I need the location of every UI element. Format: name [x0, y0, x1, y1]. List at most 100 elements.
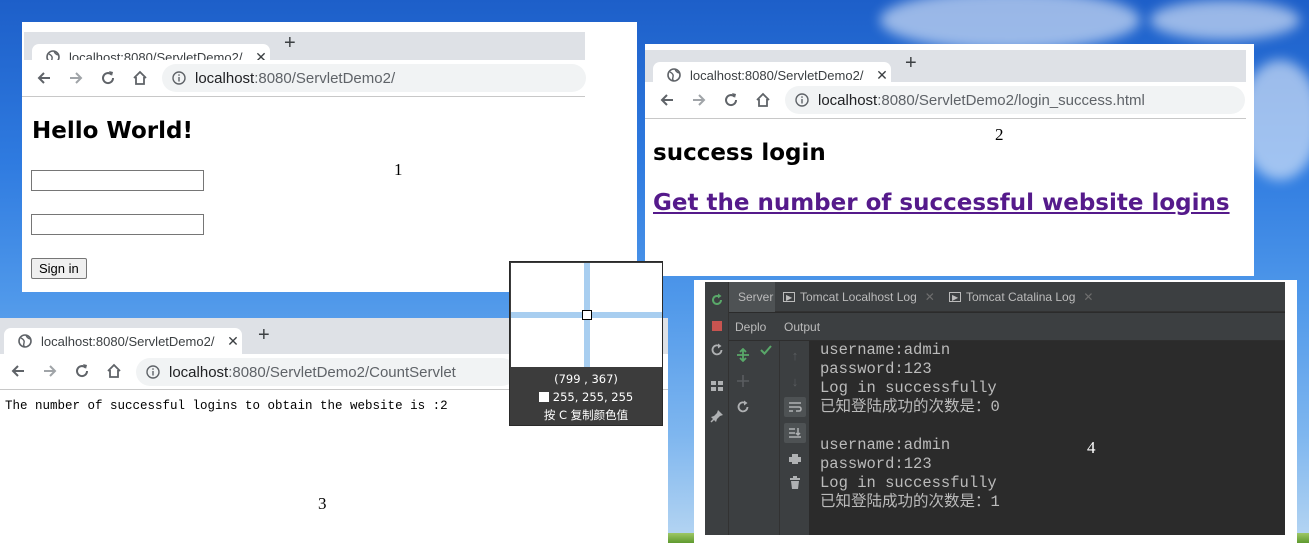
- tab-title: localhost:8080/ServletDemo2/: [690, 67, 864, 83]
- picker-coords: (799 , 367): [554, 372, 618, 386]
- picker-rgb-row: 255, 255, 255: [510, 390, 662, 404]
- forward-icon[interactable]: [689, 90, 709, 110]
- globe-icon: [667, 68, 681, 82]
- new-tab-icon[interactable]: +: [284, 32, 296, 55]
- browser-tab[interactable]: localhost:8080/ServletDemo2/ ✕: [4, 328, 242, 354]
- pin-icon[interactable]: [709, 408, 725, 424]
- tab-output[interactable]: Output: [784, 320, 820, 334]
- new-tab-icon[interactable]: +: [905, 52, 917, 75]
- log-line: username:admin: [820, 341, 951, 359]
- tab-deployment[interactable]: Deplo: [735, 320, 766, 334]
- sign-in-button[interactable]: Sign in: [31, 258, 87, 279]
- annotation-number: 2: [995, 125, 1004, 144]
- info-icon[interactable]: [146, 365, 160, 379]
- ide-tab-bar: Server ▶ Tomcat Localhost Log ✕ ▶ Tomcat …: [705, 282, 1285, 312]
- magnifier: [511, 263, 662, 367]
- forward-icon[interactable]: [40, 361, 60, 381]
- browser-window-success: localhost:8080/ServletDemo2/ ✕ + localho…: [645, 44, 1254, 276]
- tab-tomcat-catalina-log[interactable]: ▶ Tomcat Catalina Log ✕: [949, 282, 1093, 312]
- forward-icon[interactable]: [66, 68, 86, 88]
- page-title: success login: [653, 140, 826, 166]
- annotation-number: 4: [1087, 438, 1096, 457]
- password-field[interactable]: [31, 214, 204, 235]
- deploy-icon[interactable]: [735, 347, 751, 363]
- close-tab-icon[interactable]: ✕: [224, 333, 242, 350]
- url-path: :8080/ServletDemo2/login_success.html: [877, 91, 1145, 109]
- soft-wrap-icon[interactable]: [784, 397, 806, 417]
- log-line: Log in successfully: [820, 474, 997, 492]
- update-icon[interactable]: [735, 399, 751, 415]
- home-icon[interactable]: [104, 361, 124, 381]
- address-bar[interactable]: localhost:8080/ServletDemo2/login_succes…: [785, 86, 1245, 114]
- reload-icon[interactable]: [721, 90, 741, 110]
- picker-rgb: 255, 255, 255: [552, 390, 634, 404]
- desktop-cloud: [1150, 0, 1300, 40]
- tab-server[interactable]: Server: [729, 282, 775, 312]
- close-tab-icon[interactable]: ✕: [925, 290, 935, 304]
- url-path: :8080/ServletDemo2/CountServlet: [228, 363, 456, 381]
- home-icon[interactable]: [130, 68, 150, 88]
- refresh-icon[interactable]: [709, 342, 725, 358]
- address-bar[interactable]: localhost:8080/ServletDemo2/: [162, 64, 586, 92]
- username-field[interactable]: [31, 170, 204, 191]
- close-tab-icon[interactable]: ✕: [873, 67, 891, 84]
- url-host: localhost: [169, 363, 229, 381]
- left-toolbar: [705, 282, 729, 535]
- address-bar[interactable]: localhost:8080/ServletDemo2/CountServlet: [136, 358, 516, 386]
- log-line: Log in successfully: [820, 379, 997, 397]
- log-line: 已知登陆成功的次数是：1: [820, 493, 1000, 511]
- color-picker-overlay: (799 , 367) 255, 255, 255 按 C 复制颜色值: [509, 261, 663, 426]
- ide-subtab-bar: Deplo Output: [729, 313, 1285, 341]
- count-result-text: The number of successful logins to obtai…: [5, 399, 448, 413]
- log-line: 已知登陆成功的次数是：0: [820, 398, 1000, 416]
- up-arrow-icon[interactable]: ↑: [787, 347, 803, 363]
- tab-label: Tomcat Catalina Log: [966, 290, 1076, 304]
- tab-label: Tomcat Localhost Log: [800, 290, 917, 304]
- info-icon[interactable]: [172, 71, 186, 85]
- info-icon[interactable]: [795, 93, 809, 107]
- browser-window-login: localhost:8080/ServletDemo2/ ✕ + localho…: [22, 22, 637, 292]
- toolbar: localhost:8080/ServletDemo2/login_succes…: [645, 82, 1246, 119]
- reload-icon[interactable]: [98, 68, 118, 88]
- rerun-icon[interactable]: [709, 292, 725, 308]
- page-title: Hello World!: [32, 118, 193, 144]
- home-icon[interactable]: [753, 90, 773, 110]
- down-arrow-icon[interactable]: ↓: [787, 373, 803, 389]
- new-tab-icon[interactable]: +: [258, 324, 270, 347]
- check-icon: [758, 342, 774, 358]
- server-tree-toolbar: [729, 341, 779, 535]
- log-icon: ▶: [949, 292, 961, 302]
- url-host: localhost: [195, 69, 255, 87]
- ide-dark-area: Server ▶ Tomcat Localhost Log ✕ ▶ Tomcat …: [705, 282, 1285, 535]
- stop-icon[interactable]: [709, 318, 725, 334]
- back-icon[interactable]: [8, 361, 28, 381]
- close-tab-icon[interactable]: ✕: [1083, 290, 1093, 304]
- login-count-link[interactable]: Get the number of successful website log…: [653, 190, 1230, 216]
- console-toolbar: ↑ ↓: [779, 341, 809, 535]
- desktop-cloud: [880, 0, 1140, 50]
- url-path: :8080/ServletDemo2/: [254, 69, 396, 87]
- toolbar: localhost:8080/ServletDemo2/: [22, 60, 586, 97]
- annotation-number: 1: [394, 160, 403, 179]
- tab-label: Server: [738, 290, 774, 304]
- globe-icon: [18, 334, 32, 348]
- log-line: password:123: [820, 360, 932, 378]
- tab-tomcat-localhost-log[interactable]: ▶ Tomcat Localhost Log ✕: [783, 282, 935, 312]
- log-line: username:admin: [820, 436, 951, 454]
- scroll-to-end-icon[interactable]: [784, 423, 806, 443]
- back-icon[interactable]: [657, 90, 677, 110]
- annotation-number: 3: [318, 494, 327, 513]
- back-icon[interactable]: [34, 68, 54, 88]
- color-swatch: [538, 392, 549, 402]
- crosshair-center: [582, 310, 592, 320]
- log-icon: ▶: [783, 292, 795, 302]
- ide-services-panel: Server ▶ Tomcat Localhost Log ✕ ▶ Tomcat …: [694, 280, 1297, 543]
- tab-title: localhost:8080/ServletDemo2/: [41, 333, 215, 349]
- reload-icon[interactable]: [72, 361, 92, 381]
- print-icon[interactable]: [787, 451, 803, 467]
- log-line: password:123: [820, 455, 932, 473]
- layout-icon[interactable]: [709, 378, 725, 394]
- undeploy-icon[interactable]: [735, 373, 751, 389]
- trash-icon[interactable]: [787, 475, 803, 491]
- picker-hint: 按 C 复制颜色值: [543, 408, 629, 422]
